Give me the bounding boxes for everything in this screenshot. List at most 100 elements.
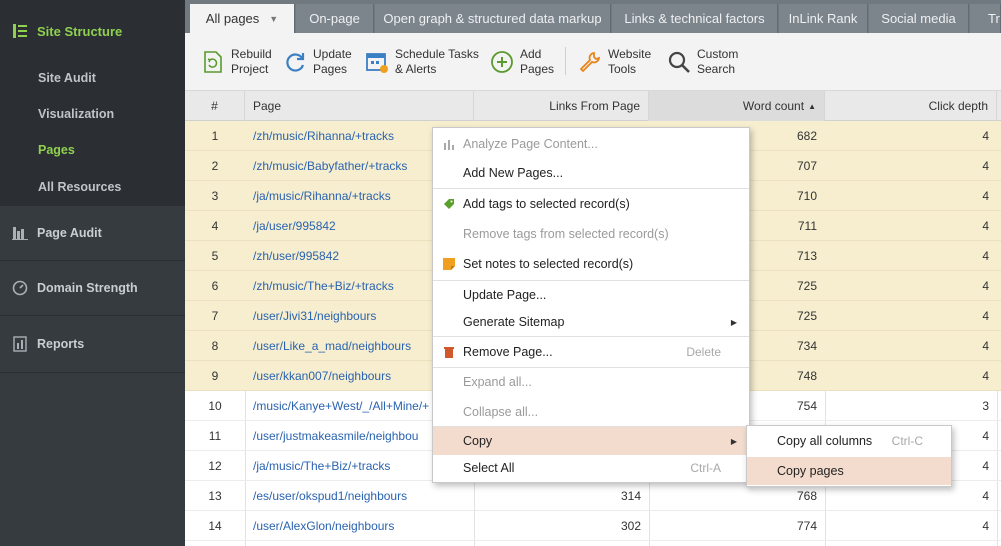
menu-item-collapse-all[interactable]: Collapse all...: [433, 398, 749, 426]
chevron-down-icon: ▼: [269, 13, 279, 24]
nav-reports[interactable]: Reports: [0, 316, 185, 372]
refresh-icon: [283, 50, 307, 74]
menu-item-select-all[interactable]: Select All Ctrl-A: [433, 454, 749, 482]
sidebar-item-site-audit[interactable]: Site Audit: [0, 60, 185, 96]
menu-item-set-notes[interactable]: Set notes to selected record(s): [433, 250, 749, 278]
menu-item-label: Add tags to selected record(s): [463, 197, 630, 211]
page-url-link[interactable]: /user/AlexGlon/neighbours: [245, 511, 474, 541]
toolbar-separator: [565, 47, 566, 75]
column-header-click-depth[interactable]: Click depth: [825, 91, 997, 121]
menu-item-label: Remove Page...: [463, 345, 553, 359]
add-pages-button[interactable]: Add Pages: [490, 45, 554, 79]
column-header-word-count[interactable]: Word count ▲: [649, 91, 825, 121]
click-depth-cell: 4: [982, 279, 989, 293]
menu-item-analyze-page-content[interactable]: Analyze Page Content...: [433, 130, 749, 158]
add-icon: [490, 50, 514, 74]
click-depth-cell: 3: [982, 399, 989, 413]
shortcut-label: Ctrl-A: [690, 461, 721, 475]
click-depth-cell: 4: [982, 249, 989, 263]
search-icon: [667, 50, 691, 74]
custom-search-label: Custom Search: [697, 47, 739, 76]
tab-label: On-page: [309, 11, 360, 26]
wrench-icon: [578, 50, 602, 74]
tab-label: Links & technical factors: [624, 11, 765, 26]
tab-on-page[interactable]: On-page: [296, 4, 374, 33]
menu-item-generate-sitemap[interactable]: Generate Sitemap ▶: [433, 308, 749, 336]
tab-social-media[interactable]: Social media: [869, 4, 969, 33]
toolbar: Rebuild Project Update Pages Schedule Ta…: [185, 33, 1001, 91]
bar-chart-icon: [444, 140, 454, 150]
tab-label: All pages: [205, 11, 260, 26]
menu-item-add-new-pages[interactable]: Add New Pages...: [433, 159, 749, 187]
word-count-cell: 774: [796, 519, 817, 533]
column-header-page[interactable]: Page: [245, 91, 474, 121]
update-pages-button[interactable]: Update Pages: [283, 45, 352, 79]
menu-item-label: Set notes to selected record(s): [463, 257, 634, 271]
shortcut-label: Ctrl-C: [891, 434, 923, 448]
copy-submenu: Copy all columns Ctrl-C Copy pages: [746, 425, 952, 487]
row-number-cell: 12: [208, 459, 222, 473]
row-number-cell: 2: [211, 159, 219, 173]
menu-item-copy[interactable]: Copy ▶: [433, 427, 749, 455]
row-number-cell: 9: [211, 369, 219, 383]
menu-item-update-page[interactable]: Update Page...: [433, 281, 749, 309]
menu-item-label: Add New Pages...: [463, 166, 564, 180]
submenu-arrow-icon: ▶: [730, 317, 737, 327]
menu-item-add-tags[interactable]: Add tags to selected record(s): [433, 190, 749, 218]
tab-all-pages[interactable]: All pages ▼: [190, 4, 295, 33]
add-pages-label: Add Pages: [520, 47, 555, 76]
tab-links-technical[interactable]: Links & technical factors: [612, 4, 778, 33]
click-depth-cell: 4: [982, 129, 989, 143]
click-depth-cell: 4: [982, 309, 989, 323]
sidebar-item-pages[interactable]: Pages: [0, 132, 185, 168]
table-header: # Page Links From Page Word count ▲ Clic…: [185, 91, 1001, 121]
row-number-cell: 1: [211, 129, 219, 143]
menu-separator: [433, 336, 749, 337]
menu-item-remove-page[interactable]: Remove Page... Delete: [433, 338, 749, 366]
menu-item-label: Collapse all...: [463, 405, 539, 419]
tab-label: Social media: [881, 11, 956, 26]
row-number-cell: 14: [208, 519, 222, 533]
website-tools-label: Website Tools: [608, 47, 652, 76]
click-depth-cell: 4: [982, 339, 989, 353]
click-depth-cell: 4: [982, 159, 989, 173]
nav-page-audit[interactable]: Page Audit: [0, 206, 185, 260]
column-header-links-from-page[interactable]: Links From Page: [474, 91, 649, 121]
menu-item-copy-all-columns[interactable]: Copy all columns Ctrl-C: [747, 427, 951, 455]
column-header-label: Click depth: [928, 99, 988, 113]
schedule-tasks-label: Schedule Tasks & Alerts: [395, 47, 479, 76]
row-number-cell: 11: [208, 429, 222, 443]
menu-item-expand-all[interactable]: Expand all...: [433, 368, 749, 396]
menu-item-remove-tags[interactable]: Remove tags from selected record(s): [433, 220, 749, 248]
click-depth-cell: 4: [982, 369, 989, 383]
website-tools-button[interactable]: Website Tools: [578, 45, 651, 79]
nav-site-structure[interactable]: Site Structure: [0, 0, 185, 62]
tab-label: InLink Rank: [788, 11, 858, 26]
column-header-number[interactable]: #: [185, 91, 245, 121]
site-structure-icon: [12, 23, 28, 39]
schedule-tasks-button[interactable]: Schedule Tasks & Alerts: [365, 45, 479, 79]
page-url-link[interactable]: /es/user/okspud1/neighbours: [245, 481, 474, 511]
row-number-cell: 4: [211, 219, 219, 233]
nav-site-structure-label: Site Structure: [37, 23, 123, 39]
nav-domain-strength[interactable]: Domain Strength: [0, 261, 185, 315]
custom-search-button[interactable]: Custom Search: [667, 45, 738, 79]
tab-open-graph[interactable]: Open graph & structured data markup: [375, 4, 611, 33]
sidebar-item-all-resources[interactable]: All Resources: [0, 168, 185, 206]
rebuild-icon: [201, 50, 225, 74]
context-menu: Analyze Page Content... Add New Pages...…: [432, 127, 750, 483]
tab-bar: All pages ▼ On-page Open graph & structu…: [185, 0, 1001, 33]
shortcut-label: Delete: [686, 345, 721, 359]
trash-icon: [444, 347, 454, 358]
column-header-label: Word count: [742, 99, 805, 113]
row-number-cell: 8: [211, 339, 219, 353]
click-depth-cell: 4: [982, 519, 989, 533]
tab-overflow[interactable]: Tr: [970, 4, 1001, 33]
rebuild-project-button[interactable]: Rebuild Project: [201, 45, 272, 79]
calendar-icon: [365, 50, 389, 74]
table-row[interactable]: 14/user/AlexGlon/neighbours 302 774 4: [185, 511, 1001, 541]
menu-item-copy-pages[interactable]: Copy pages: [747, 457, 951, 485]
page-audit-icon: [12, 225, 28, 241]
tab-inlink-rank[interactable]: InLink Rank: [779, 4, 868, 33]
sidebar-item-visualization[interactable]: Visualization: [0, 96, 185, 132]
